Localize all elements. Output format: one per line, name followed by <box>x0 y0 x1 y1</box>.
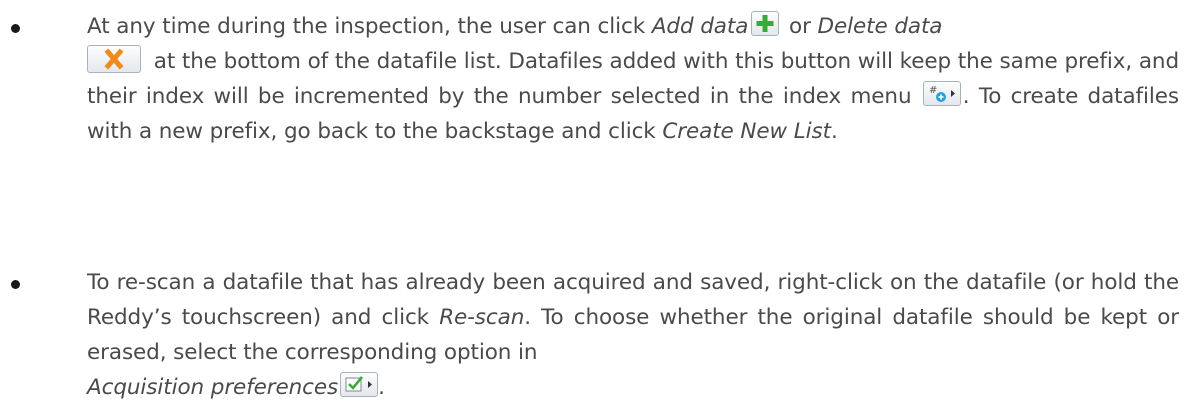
acquisition-preferences-term: Acquisition preferences <box>87 375 339 400</box>
rescan-term: Re-scan <box>439 305 525 330</box>
paragraph-rescan: To re-scan a datafile that has already b… <box>87 265 1179 405</box>
list-item: To re-scan a datafile that has already b… <box>0 265 1194 405</box>
list-item: At any time during the inspection, the u… <box>0 9 1194 149</box>
create-new-list-term: Create New List <box>662 119 831 144</box>
svg-text:#: # <box>929 85 937 96</box>
delete-data-term: Delete data <box>817 14 943 39</box>
text-run: or <box>782 14 818 39</box>
text-run: . <box>830 119 838 144</box>
text-run: At any time during the inspection, the u… <box>87 14 652 39</box>
plus-icon <box>751 11 780 36</box>
document-page: At any time during the inspection, the u… <box>0 0 1194 404</box>
checkbox-menu-icon <box>340 372 379 397</box>
paragraph-add-delete-data: At any time during the inspection, the u… <box>87 9 1179 149</box>
x-icon <box>87 45 141 73</box>
add-data-term: Add data <box>651 14 749 39</box>
text-run: . <box>378 375 385 400</box>
index-menu-icon: # <box>922 81 961 106</box>
bullet-point <box>11 24 20 33</box>
bullet-point <box>11 280 20 289</box>
